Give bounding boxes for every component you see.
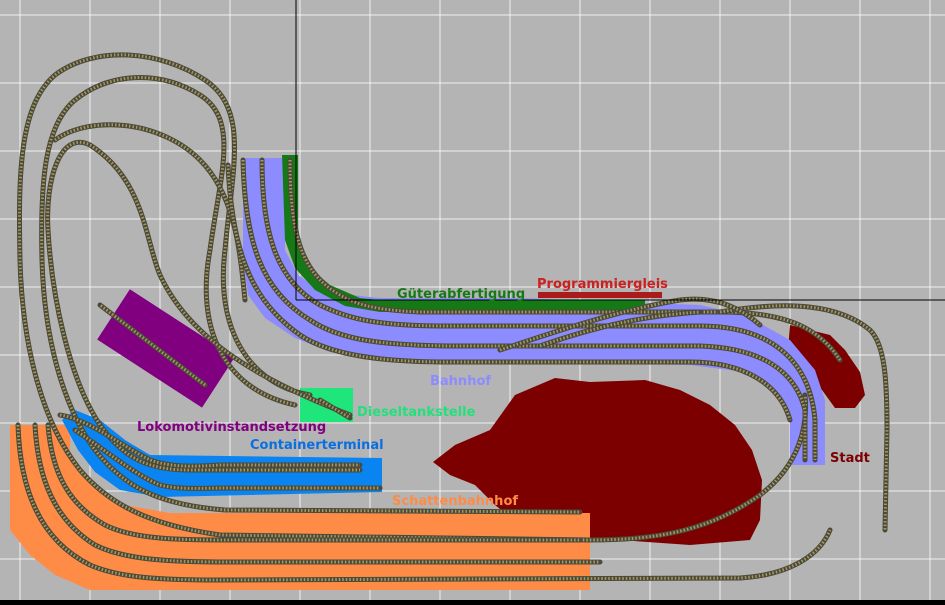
- schattenbahnhof-label: Schattenbahnhof: [392, 494, 518, 509]
- bahnhof-label: Bahnhof: [430, 374, 491, 389]
- track-plan-canvas: Güterabfertigung Programmiergleis Bahnho…: [0, 0, 945, 600]
- layout-plan: Güterabfertigung Programmiergleis Bahnho…: [0, 0, 945, 600]
- dieseltankstelle-label: Dieseltankstelle: [357, 405, 476, 420]
- programmiergleis-bar: [538, 292, 662, 298]
- stadt-label: Stadt: [830, 451, 870, 466]
- lokomotivinstandsetzung-label: Lokomotivinstandsetzung: [137, 420, 326, 435]
- programmiergleis-label: Programmiergleis: [537, 277, 668, 292]
- containerterminal-label: Containerterminal: [250, 438, 384, 453]
- gueterabfertigung-label: Güterabfertigung: [397, 287, 525, 302]
